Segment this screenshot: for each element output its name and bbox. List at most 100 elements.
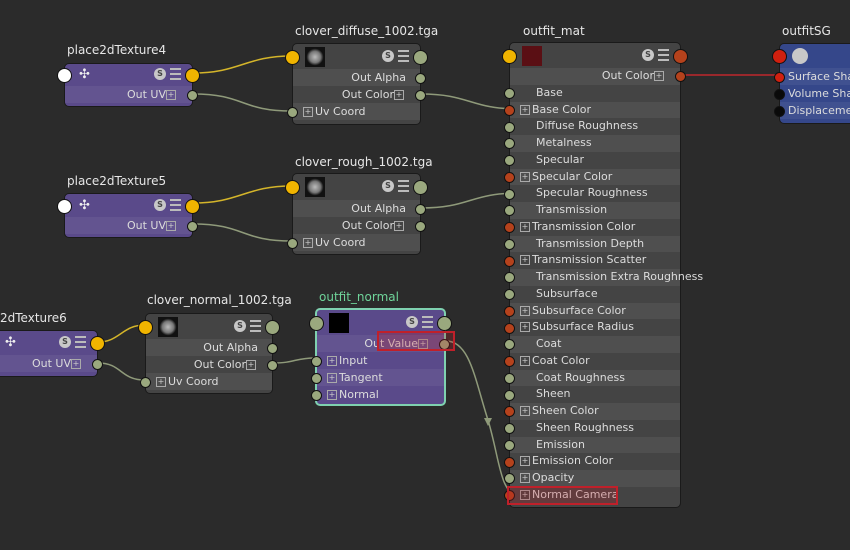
attribute-port[interactable] <box>774 88 785 100</box>
expand-icon[interactable]: + <box>520 255 530 266</box>
attribute-port[interactable] <box>504 423 515 435</box>
expand-icon[interactable]: + <box>327 390 337 400</box>
node-clover-diffuse[interactable]: S Out Alpha Out Color + + Uv Coord <box>285 43 428 125</box>
input-port[interactable] <box>138 319 153 335</box>
attribute-list-icon[interactable] <box>170 68 181 80</box>
attribute-port[interactable] <box>504 356 515 368</box>
node-outfitSG[interactable]: Surface Shader Volume Shader Displacement <box>772 43 850 124</box>
attribute-list-icon[interactable] <box>398 180 409 192</box>
expand-icon[interactable]: + <box>394 221 404 231</box>
swatch-toggle-icon[interactable]: S <box>382 49 394 62</box>
expand-icon[interactable]: + <box>303 107 313 117</box>
attribute-port[interactable] <box>504 255 515 267</box>
attribute-port[interactable] <box>504 339 515 351</box>
node-place2dTexture6[interactable]: ✣ S Out UV + <box>0 330 105 377</box>
attribute-port[interactable] <box>504 88 515 100</box>
expand-icon[interactable]: + <box>520 171 530 182</box>
swatch-toggle-icon[interactable]: S <box>154 68 166 80</box>
swatch-toggle-icon[interactable]: S <box>406 315 418 328</box>
expand-icon[interactable]: + <box>246 360 256 370</box>
swatch-toggle-icon[interactable]: S <box>382 180 394 192</box>
expand-icon[interactable]: + <box>520 406 530 416</box>
attribute-port[interactable] <box>267 342 278 354</box>
expand-icon[interactable]: + <box>394 90 404 100</box>
attribute-port[interactable] <box>504 155 515 167</box>
expand-icon[interactable]: + <box>520 104 530 115</box>
attribute-list-icon[interactable] <box>398 49 409 62</box>
output-port[interactable] <box>90 336 105 351</box>
expand-icon[interactable]: + <box>327 373 337 383</box>
expand-icon[interactable]: + <box>520 322 530 333</box>
attribute-port[interactable] <box>504 389 515 401</box>
output-port[interactable] <box>437 315 452 331</box>
output-port[interactable] <box>413 49 428 65</box>
attribute-port[interactable] <box>504 138 515 150</box>
swatch-toggle-icon[interactable]: S <box>234 319 246 332</box>
attribute-port[interactable] <box>287 237 298 249</box>
expand-icon[interactable]: + <box>520 221 530 232</box>
input-port[interactable] <box>285 49 300 65</box>
attribute-list-icon[interactable] <box>658 48 669 61</box>
input-port[interactable] <box>57 198 72 214</box>
swatch-toggle-icon[interactable]: S <box>154 198 166 211</box>
node-clover-rough[interactable]: S Out Alpha Out Color + + Uv Coord <box>285 173 428 255</box>
expand-icon[interactable]: + <box>654 71 664 81</box>
attribute-port[interactable] <box>504 473 515 485</box>
attribute-port[interactable] <box>504 238 515 250</box>
attribute-port[interactable] <box>504 272 515 284</box>
expand-icon[interactable]: + <box>520 456 530 467</box>
expand-icon[interactable]: + <box>520 355 530 366</box>
expand-icon[interactable]: + <box>327 356 337 366</box>
attribute-port[interactable] <box>92 358 103 370</box>
node-outfit-normal[interactable]: S Out Value + + Input + Tangent + Normal <box>309 308 452 406</box>
input-port[interactable] <box>309 315 324 331</box>
attribute-port[interactable] <box>774 105 785 117</box>
attribute-list-icon[interactable] <box>422 315 433 328</box>
attribute-port[interactable] <box>415 203 426 215</box>
node-outfit-mat[interactable]: S Out Color + Base + Base Color Diffuse Roughn… <box>502 42 703 508</box>
attribute-port[interactable] <box>504 372 515 384</box>
attribute-port[interactable] <box>311 355 322 367</box>
expand-icon[interactable]: + <box>166 221 176 231</box>
attribute-port[interactable] <box>504 305 515 317</box>
attribute-port[interactable] <box>504 171 515 183</box>
expand-icon[interactable]: + <box>303 238 313 248</box>
attribute-port[interactable] <box>504 104 515 116</box>
attribute-port[interactable] <box>504 406 515 418</box>
attribute-list-icon[interactable] <box>170 198 181 211</box>
output-port[interactable] <box>265 319 280 335</box>
expand-icon[interactable]: + <box>520 473 530 483</box>
output-port[interactable] <box>185 198 200 214</box>
attribute-port[interactable] <box>504 188 515 200</box>
swatch-toggle-icon[interactable]: S <box>642 48 654 61</box>
attribute-list-icon[interactable] <box>250 319 261 332</box>
node-clover-normal[interactable]: S Out Alpha Out Color + + Uv Coord <box>138 313 280 394</box>
input-port[interactable] <box>772 49 787 64</box>
output-port[interactable] <box>185 68 200 83</box>
input-port[interactable] <box>285 180 300 195</box>
input-port[interactable] <box>502 48 517 64</box>
attribute-port[interactable] <box>415 220 426 232</box>
expand-icon[interactable]: + <box>71 359 81 369</box>
attribute-port[interactable] <box>267 359 278 371</box>
attribute-port[interactable] <box>504 456 515 468</box>
attribute-port[interactable] <box>311 389 322 401</box>
attribute-port[interactable] <box>504 322 515 334</box>
attribute-port[interactable] <box>504 222 515 234</box>
attribute-port[interactable] <box>774 71 785 83</box>
attribute-port[interactable] <box>311 372 322 384</box>
output-port[interactable] <box>413 180 428 195</box>
expand-icon[interactable]: + <box>166 90 176 100</box>
output-port[interactable] <box>673 48 688 64</box>
attribute-port[interactable] <box>504 121 515 133</box>
node-place2dTexture4[interactable]: ✣ S Out UV + <box>57 63 200 107</box>
attribute-port[interactable] <box>415 72 426 84</box>
attribute-port[interactable] <box>287 106 298 118</box>
attribute-port[interactable] <box>504 289 515 301</box>
expand-icon[interactable]: + <box>156 377 166 387</box>
attribute-list-icon[interactable] <box>75 336 86 348</box>
attribute-port[interactable] <box>187 220 198 232</box>
attribute-port[interactable] <box>140 376 151 388</box>
attribute-port[interactable] <box>415 89 426 101</box>
swatch-toggle-icon[interactable]: S <box>59 336 71 348</box>
